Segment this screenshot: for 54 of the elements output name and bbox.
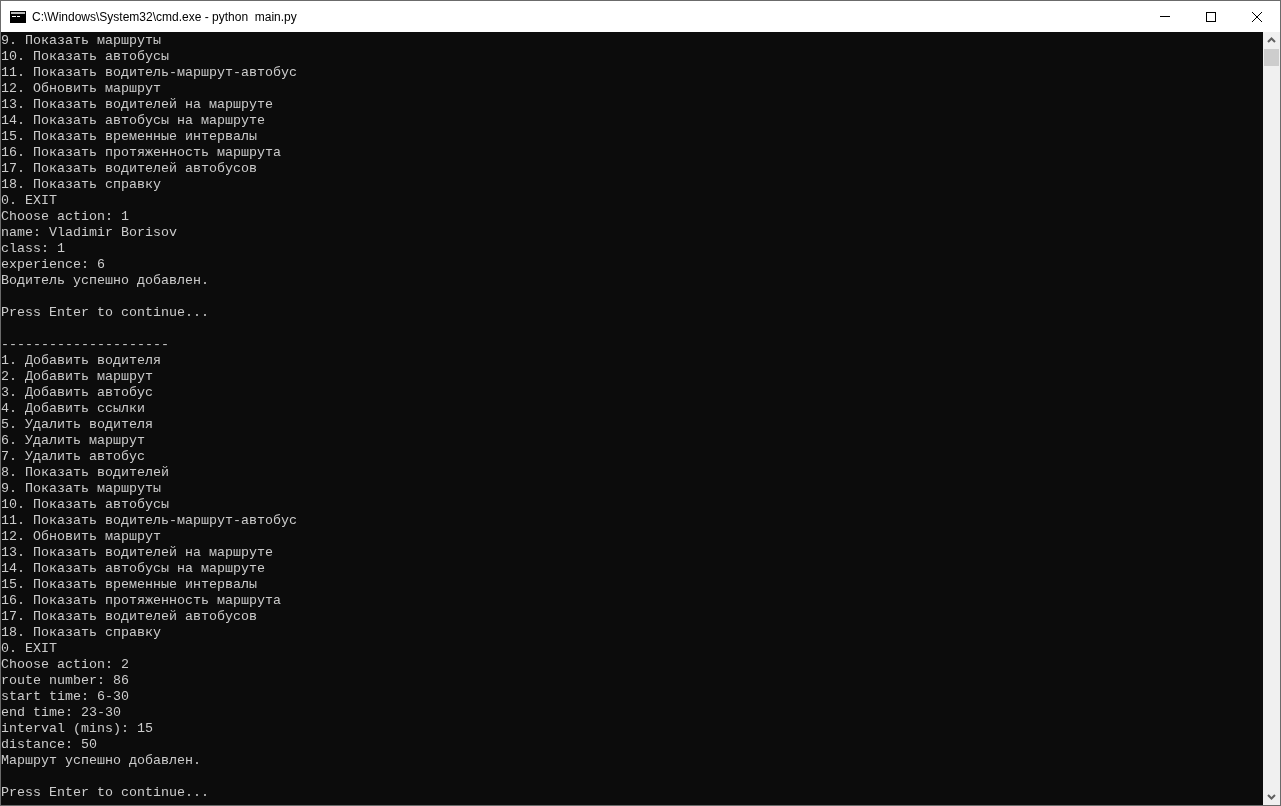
console-line: Водитель успешно добавлен.	[1, 273, 209, 289]
console-line: 17. Показать водителей автобусов	[1, 161, 257, 177]
console-line: experience: 6	[1, 257, 105, 273]
console-line: Маршрут успешно добавлен.	[1, 753, 201, 769]
console-line: start time: 6-30	[1, 689, 129, 705]
console-line: 3. Добавить автобус	[1, 385, 153, 401]
console-line: 18. Показать справку	[1, 177, 161, 193]
console-line: 11. Показать водитель-маршрут-автобус	[1, 513, 297, 529]
console-line: interval (mins): 15	[1, 721, 153, 737]
console-line: 13. Показать водителей на маршруте	[1, 97, 273, 113]
console-line: Choose action: 2	[1, 657, 129, 673]
scroll-up-icon[interactable]	[1267, 37, 1276, 43]
console-line: 10. Показать автобусы	[1, 497, 169, 513]
console-line: 4. Добавить ссылки	[1, 401, 145, 417]
console-line: 16. Показать протяженность маршрута	[1, 145, 281, 161]
console-line: 18. Показать справку	[1, 625, 161, 641]
console-line: Press Enter to continue...	[1, 785, 209, 801]
console-line: 7. Удалить автобус	[1, 449, 145, 465]
minimize-icon	[1160, 16, 1170, 17]
scrollbar[interactable]	[1263, 32, 1280, 805]
console-line: 6. Удалить маршрут	[1, 433, 145, 449]
console-line: route number: 86	[1, 673, 129, 689]
console-line: 9. Показать маршруты	[1, 33, 161, 49]
console-line: 0. EXIT	[1, 641, 57, 657]
console-line: 9. Показать маршруты	[1, 481, 161, 497]
scroll-down-icon[interactable]	[1267, 794, 1276, 800]
close-icon	[1252, 11, 1262, 22]
console-line: 16. Показать протяженность маршрута	[1, 593, 281, 609]
console-line: 14. Показать автобусы на маршруте	[1, 561, 265, 577]
console-line: distance: 50	[1, 737, 97, 753]
console-line: 17. Показать водителей автобусов	[1, 609, 257, 625]
console-line: Press Enter to continue...	[1, 305, 209, 321]
console-line: 1. Добавить водителя	[1, 353, 161, 369]
scrollbar-thumb[interactable]	[1264, 49, 1279, 66]
console-line: 0. EXIT	[1, 193, 57, 209]
console-line: 15. Показать временные интервалы	[1, 577, 257, 593]
console-line: 15. Показать временные интервалы	[1, 129, 257, 145]
console-line: Choose action: 1	[1, 209, 129, 225]
console-line: 12. Обновить маршрут	[1, 529, 161, 545]
console-line: end time: 23-30	[1, 705, 121, 721]
console-line: 14. Показать автобусы на маршруте	[1, 113, 265, 129]
console-line: 11. Показать водитель-маршрут-автобус	[1, 65, 297, 81]
console-line: name: Vladimir Borisov	[1, 225, 177, 241]
console-line: 8. Показать водителей	[1, 465, 169, 481]
console-line: ---------------------	[1, 337, 169, 353]
console-line: 10. Показать автобусы	[1, 49, 169, 65]
console-line: 5. Удалить водителя	[1, 417, 153, 433]
console-line: 12. Обновить маршрут	[1, 81, 161, 97]
console-line: class: 1	[1, 241, 65, 257]
window-title: C:\Windows\System32\cmd.exe - python main.py	[32, 8, 297, 26]
console-line: 2. Добавить маршрут	[1, 369, 153, 385]
maximize-icon	[1206, 11, 1216, 22]
console-icon	[10, 10, 26, 23]
console-line: 13. Показать водителей на маршруте	[1, 545, 273, 561]
